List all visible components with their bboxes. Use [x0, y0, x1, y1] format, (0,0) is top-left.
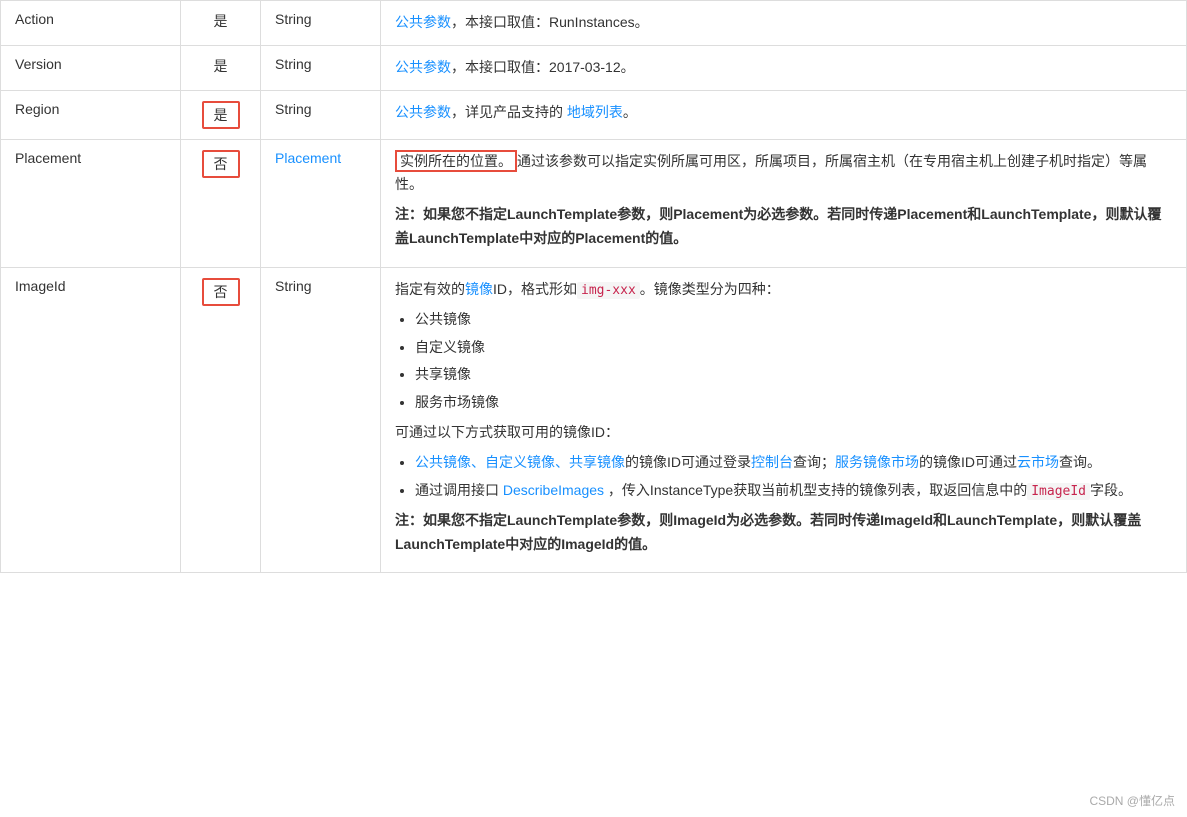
param-required: 否	[181, 267, 261, 573]
param-type: String	[261, 267, 381, 573]
param-type: String	[261, 1, 381, 46]
list-item: 通过调用接口 DescribeImages ，传入InstanceType获取当…	[415, 479, 1172, 503]
list-item: 自定义镜像	[415, 336, 1172, 360]
param-name: ImageId	[1, 267, 181, 573]
region-list-link[interactable]: 地域列表	[567, 104, 623, 120]
param-type: String	[261, 45, 381, 90]
param-desc: 公共参数，本接口取值：2017-03-12。	[381, 45, 1187, 90]
param-type: String	[261, 90, 381, 139]
bullet-end2: 查询。	[1059, 454, 1101, 470]
list-item: 公共镜像	[415, 308, 1172, 332]
desc-text-end: 。	[623, 104, 637, 120]
param-required: 是	[181, 90, 261, 139]
required-badge: 是	[214, 13, 228, 29]
service-market-link[interactable]: 服务镜像市场	[835, 454, 919, 470]
common-params-link[interactable]: 公共参数	[395, 104, 451, 120]
param-desc: 实例所在的位置。通过该参数可以指定实例所属可用区，所属项目，所属宿主机（在专用宿…	[381, 139, 1187, 267]
common-params-link[interactable]: 公共参数	[395, 59, 451, 75]
bullet-end: 的镜像ID可通过	[919, 454, 1017, 470]
bullet-mid2: 查询；	[793, 454, 835, 470]
param-desc: 公共参数，详见产品支持的 地域列表。	[381, 90, 1187, 139]
imageid-note: 注：如果您不指定LaunchTemplate参数，则ImageId为必选参数。若…	[395, 509, 1172, 557]
table-row: Action 是 String 公共参数，本接口取值：RunInstances。	[1, 1, 1187, 46]
list-item: 公共镜像、自定义镜像、共享镜像的镜像ID可通过登录控制台查询；服务镜像市场的镜像…	[415, 451, 1172, 475]
list-item: 服务市场镜像	[415, 391, 1172, 415]
table-row: Region 是 String 公共参数，详见产品支持的 地域列表。	[1, 90, 1187, 139]
placement-type-link[interactable]: Placement	[275, 150, 341, 166]
common-params-link[interactable]: 公共参数	[395, 14, 451, 30]
console-link[interactable]: 控制台	[751, 454, 793, 470]
required-badge: 是	[214, 58, 228, 74]
bullet-mid: 的镜像ID可通过登录	[625, 454, 751, 470]
param-name: Region	[1, 90, 181, 139]
imageid-ways-list: 公共镜像、自定义镜像、共享镜像的镜像ID可通过登录控制台查询；服务镜像市场的镜像…	[415, 451, 1172, 503]
table-row: Placement 否 Placement 实例所在的位置。通过该参数可以指定实…	[1, 139, 1187, 267]
desc-text: ，详见产品支持的	[451, 104, 567, 120]
param-name: Version	[1, 45, 181, 90]
img-code: img-xxx	[577, 282, 640, 299]
param-name: Action	[1, 1, 181, 46]
imageid-code: ImageId	[1027, 483, 1090, 500]
bullet2-pre: 通过调用接口	[415, 482, 503, 498]
image-link[interactable]: 镜像	[465, 281, 493, 297]
required-badge: 是	[202, 101, 240, 129]
cloud-market-link[interactable]: 云市场	[1017, 454, 1059, 470]
param-name: Placement	[1, 139, 181, 267]
watermark: CSDN @懂亿点	[1089, 792, 1175, 809]
required-badge: 否	[202, 278, 240, 306]
intro-text2: ID，格式形如	[493, 281, 577, 297]
param-required: 是	[181, 45, 261, 90]
bullet2-end: 字段。	[1090, 482, 1132, 498]
param-desc: 指定有效的镜像ID，格式形如img-xxx。镜像类型分为四种： 公共镜像 自定义…	[381, 267, 1187, 573]
table-row: ImageId 否 String 指定有效的镜像ID，格式形如img-xxx。镜…	[1, 267, 1187, 573]
placement-note: 注：如果您不指定LaunchTemplate参数，则Placement为必选参数…	[395, 203, 1172, 251]
image-type-list: 公共镜像 自定义镜像 共享镜像 服务市场镜像	[415, 308, 1172, 415]
api-params-table: Action 是 String 公共参数，本接口取值：RunInstances。…	[0, 0, 1187, 573]
intro-text1: 指定有效的	[395, 281, 465, 297]
desc-text: ，本接口取值：2017-03-12。	[451, 59, 635, 75]
placement-desc-p1: 实例所在的位置。通过该参数可以指定实例所属可用区，所属项目，所属宿主机（在专用宿…	[395, 150, 1172, 198]
describe-images-link[interactable]: DescribeImages	[503, 482, 604, 498]
intro-text3: 。镜像类型分为四种：	[640, 281, 780, 297]
param-required: 否	[181, 139, 261, 267]
bullet2-post: ，传入InstanceType获取当前机型支持的镜像列表，取返回信息中的	[604, 482, 1027, 498]
public-image-link[interactable]: 公共镜像、自定义镜像、共享镜像	[415, 454, 625, 470]
required-badge: 否	[202, 150, 240, 178]
param-type: Placement	[261, 139, 381, 267]
list-item: 共享镜像	[415, 363, 1172, 387]
imageid-intro: 指定有效的镜像ID，格式形如img-xxx。镜像类型分为四种：	[395, 278, 1172, 302]
param-required: 是	[181, 1, 261, 46]
imageid-ways: 可通过以下方式获取可用的镜像ID：	[395, 421, 1172, 445]
highlighted-text: 实例所在的位置。	[395, 150, 517, 172]
table-row: Version 是 String 公共参数，本接口取值：2017-03-12。	[1, 45, 1187, 90]
param-desc: 公共参数，本接口取值：RunInstances。	[381, 1, 1187, 46]
desc-text: ，本接口取值：RunInstances。	[451, 14, 649, 30]
